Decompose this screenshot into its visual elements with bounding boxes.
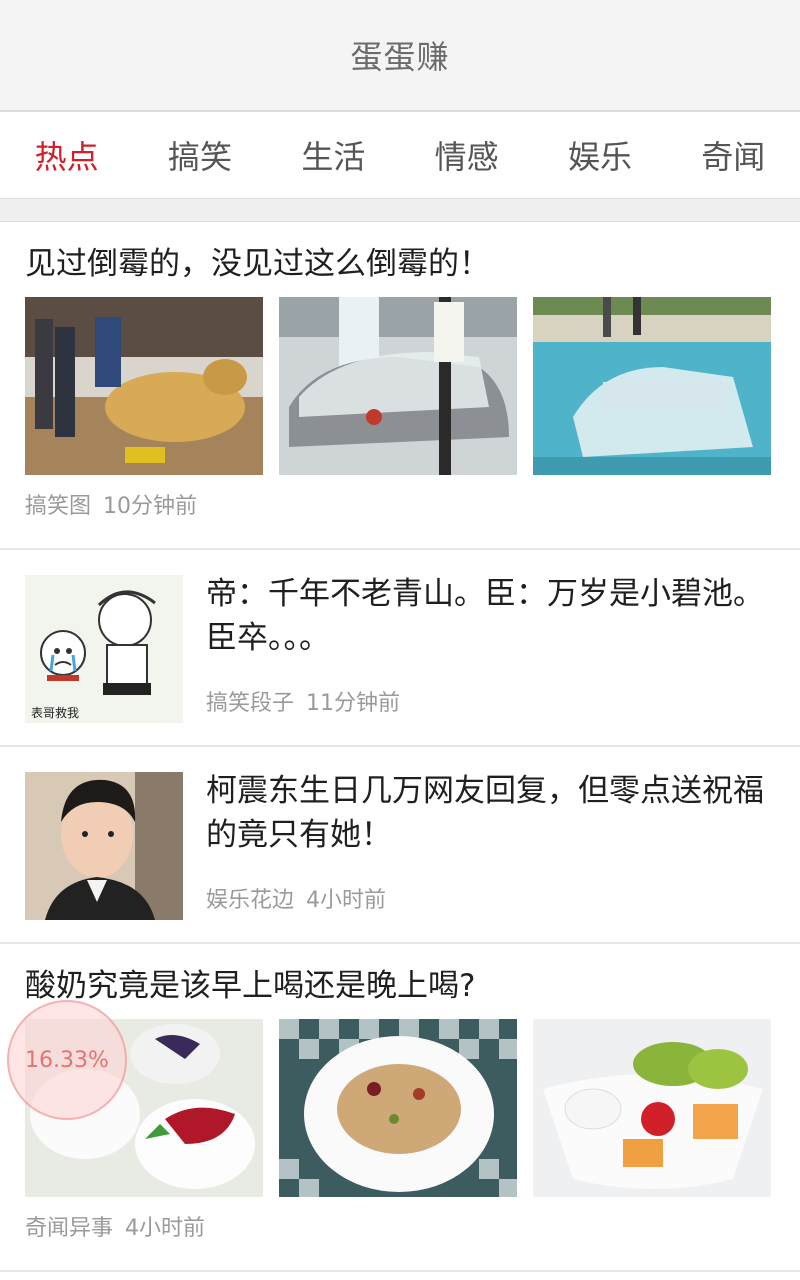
- news-item[interactable]: 酸奶究竟是该早上喝还是晚上喝? 奇闻异事 4小时前: [0, 944, 800, 1272]
- news-meta: 搞笑段子 11分钟前: [206, 685, 400, 717]
- app-title: 蛋蛋赚: [350, 38, 450, 76]
- tab-hot[interactable]: 热点: [0, 132, 133, 178]
- news-images: [25, 297, 771, 475]
- car-in-pool-photo: [533, 297, 771, 475]
- portrait-thumbnail: [25, 772, 183, 920]
- news-meta: 娱乐花边 4小时前: [206, 882, 386, 914]
- tab-life[interactable]: 生活: [267, 132, 400, 178]
- rodeo-photo: [25, 297, 263, 475]
- news-images: [25, 1019, 771, 1197]
- news-time: 4小时前: [125, 1216, 206, 1241]
- meme-caption: 表哥救我: [31, 705, 79, 720]
- news-category: 奇闻异事: [25, 1216, 114, 1241]
- news-meta: 奇闻异事 4小时前: [25, 1210, 205, 1242]
- meme-thumbnail: 表哥救我: [25, 575, 183, 723]
- divider: [0, 199, 800, 222]
- news-title: 帝：千年不老青山。臣：万岁是小碧池。臣卒。。。: [206, 576, 764, 656]
- yogurt-oats-photo: [279, 1019, 517, 1197]
- news-item[interactable]: 表哥救我 帝：千年不老青山。臣：万岁是小碧池。臣卒。。。 搞笑段子 11分钟前: [0, 550, 800, 747]
- news-category: 搞笑图: [25, 494, 92, 519]
- tab-funny[interactable]: 搞笑: [133, 132, 266, 178]
- news-time: 11分钟前: [306, 691, 401, 716]
- tab-oddities[interactable]: 奇闻: [667, 132, 800, 178]
- news-title: 柯震东生日几万网友回复，但零点送祝福的竟只有她！: [206, 773, 764, 853]
- reading-progress-badge[interactable]: 16.33%: [7, 1000, 127, 1120]
- news-item[interactable]: 见过倒霉的，没见过这么倒霉的！ 搞笑图 10分钟前: [0, 222, 800, 550]
- fruit-yogurt-photo: [533, 1019, 771, 1197]
- news-time: 10分钟前: [103, 494, 198, 519]
- news-item[interactable]: 柯震东生日几万网友回复，但零点送祝福的竟只有她！ 娱乐花边 4小时前: [0, 747, 800, 944]
- news-category: 娱乐花边: [206, 888, 295, 913]
- news-meta: 搞笑图 10分钟前: [25, 488, 197, 520]
- news-title: 酸奶究竟是该早上喝还是晚上喝?: [25, 968, 476, 1004]
- tab-emotion[interactable]: 情感: [400, 132, 533, 178]
- app-header: 蛋蛋赚: [0, 0, 800, 112]
- progress-label: 16.33%: [25, 1047, 109, 1073]
- category-tabs: 热点 搞笑 生活 情感 娱乐 奇闻: [0, 112, 800, 199]
- news-feed: 见过倒霉的，没见过这么倒霉的！ 搞笑图 10分钟前 表哥救我 帝：千年不老青山。…: [0, 222, 800, 1272]
- news-title: 见过倒霉的，没见过这么倒霉的！: [25, 246, 490, 282]
- news-category: 搞笑段子: [206, 691, 295, 716]
- frozen-car-photo: [279, 297, 517, 475]
- tab-entertainment[interactable]: 娱乐: [533, 132, 666, 178]
- news-time: 4小时前: [306, 888, 387, 913]
